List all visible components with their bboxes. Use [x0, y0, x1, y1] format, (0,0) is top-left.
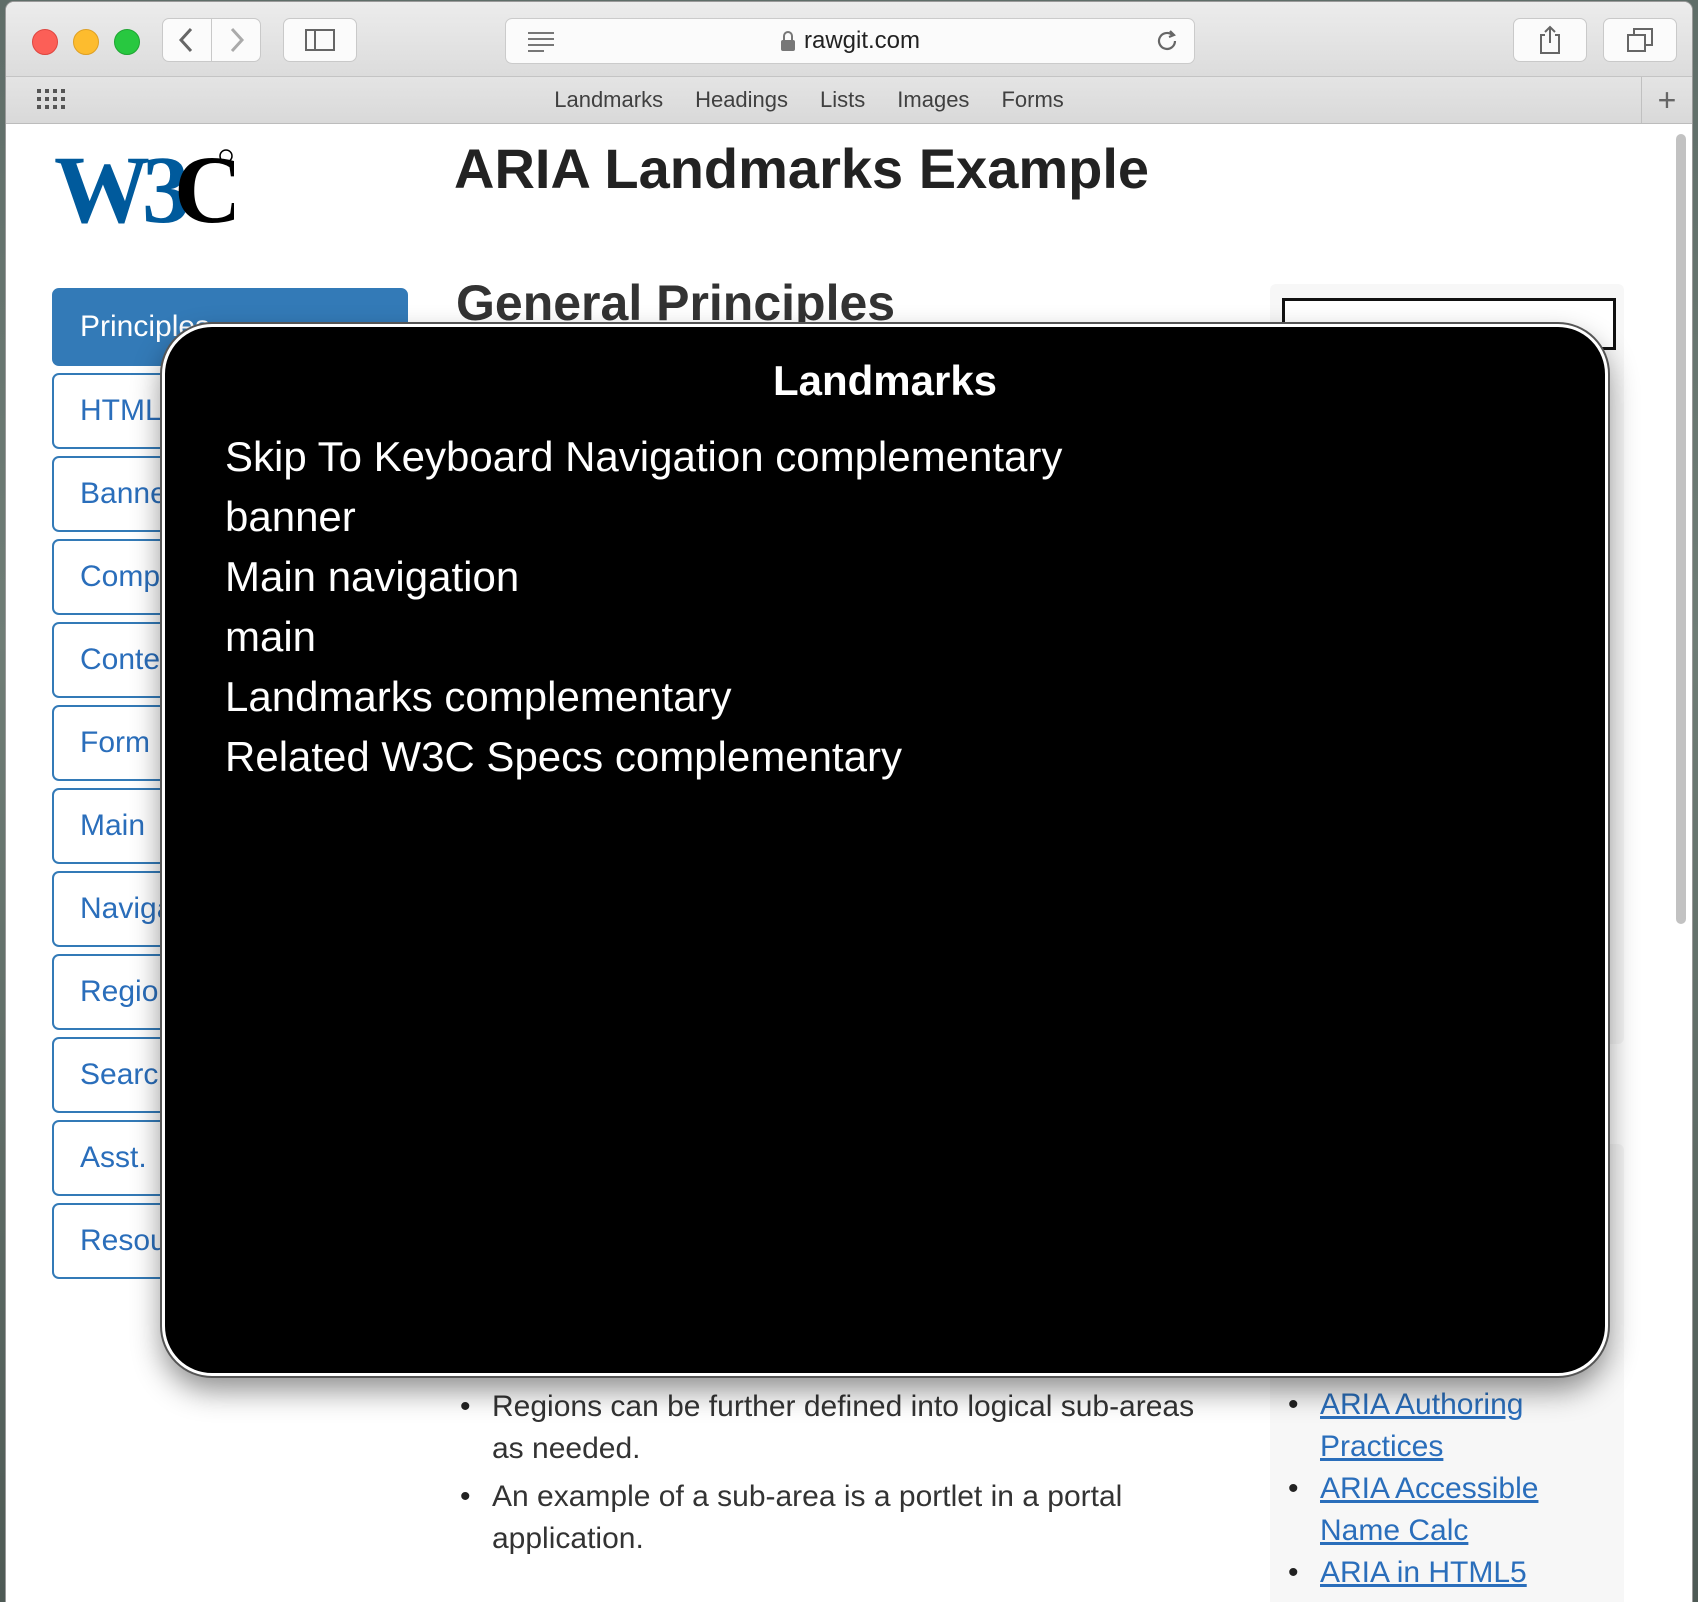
- landmarks-list: Skip To Keyboard Navigation complementar…: [225, 427, 1062, 787]
- reload-icon[interactable]: [1154, 28, 1180, 54]
- landmark-item-main-navigation[interactable]: Main navigation: [225, 547, 1062, 607]
- vertical-scrollbar[interactable]: [1676, 134, 1686, 924]
- bookmark-headings[interactable]: Headings: [695, 87, 788, 113]
- bookmark-lists[interactable]: Lists: [820, 87, 865, 113]
- principles-list: Regions can be further defined into logi…: [456, 1386, 1216, 1566]
- list-item: Regions can be further defined into logi…: [456, 1386, 1216, 1470]
- related-specs-list: ARIA Authoring Practices ARIA Accessible…: [1286, 1384, 1616, 1594]
- share-button[interactable]: [1513, 18, 1587, 62]
- page-title: ARIA Landmarks Example: [454, 137, 1150, 200]
- address-bar[interactable]: rawgit.com: [505, 18, 1195, 64]
- landmark-item-related-w3c-specs[interactable]: Related W3C Specs complementary: [225, 727, 1062, 787]
- bookmark-images[interactable]: Images: [897, 87, 969, 113]
- landmarks-dialog: Landmarks Skip To Keyboard Navigation co…: [162, 324, 1608, 1376]
- chevron-right-icon: [230, 27, 245, 53]
- landmark-item-landmarks-complementary[interactable]: Landmarks complementary: [225, 667, 1062, 727]
- new-tab-plus-icon[interactable]: +: [1641, 77, 1692, 123]
- link-aria-authoring-practices[interactable]: ARIA Authoring Practices: [1320, 1388, 1523, 1463]
- list-item: An example of a sub-area is a portlet in…: [456, 1476, 1216, 1560]
- bookmark-landmarks[interactable]: Landmarks: [554, 87, 663, 113]
- landmark-item-main[interactable]: main: [225, 607, 1062, 667]
- dialog-title: Landmarks: [772, 357, 998, 404]
- minimize-window-button[interactable]: [73, 29, 99, 55]
- w3c-logo[interactable]: W3 C: [54, 136, 234, 236]
- bookmark-forms[interactable]: Forms: [1001, 87, 1063, 113]
- back-button[interactable]: [162, 18, 212, 62]
- zoom-window-button[interactable]: [114, 29, 140, 55]
- url-text: rawgit.com: [803, 27, 921, 54]
- landmark-item-banner[interactable]: banner: [225, 487, 1062, 547]
- sidebar-icon: [305, 29, 335, 51]
- browser-toolbar: rawgit.com: [6, 2, 1692, 77]
- close-window-button[interactable]: [32, 29, 58, 55]
- chevron-left-icon: [178, 27, 193, 53]
- list-item: ARIA Authoring Practices: [1286, 1384, 1616, 1468]
- link-aria-accessible-name-calc[interactable]: ARIA Accessible Name Calc: [1320, 1472, 1538, 1547]
- landmark-item-skip-to-keyboard-navigation[interactable]: Skip To Keyboard Navigation complementar…: [225, 427, 1062, 487]
- tabs-overview-button[interactable]: [1603, 18, 1677, 62]
- tabs-icon: [1627, 28, 1653, 52]
- forward-button[interactable]: [211, 18, 261, 62]
- list-item: ARIA in HTML5: [1286, 1552, 1616, 1594]
- list-item: ARIA Accessible Name Calc: [1286, 1468, 1616, 1552]
- browser-window: rawgit.com Landmarks Headings Lists Imag…: [6, 2, 1692, 1602]
- svg-text:W3: W3: [54, 136, 187, 236]
- svg-text:C: C: [174, 136, 234, 236]
- bookmarks-bar: Landmarks Headings Lists Images Forms +: [6, 77, 1692, 124]
- link-aria-in-html5[interactable]: ARIA in HTML5: [1320, 1556, 1527, 1589]
- sidebar-toggle-button[interactable]: [283, 18, 357, 62]
- lock-icon: [780, 31, 795, 51]
- share-icon: [1540, 25, 1560, 54]
